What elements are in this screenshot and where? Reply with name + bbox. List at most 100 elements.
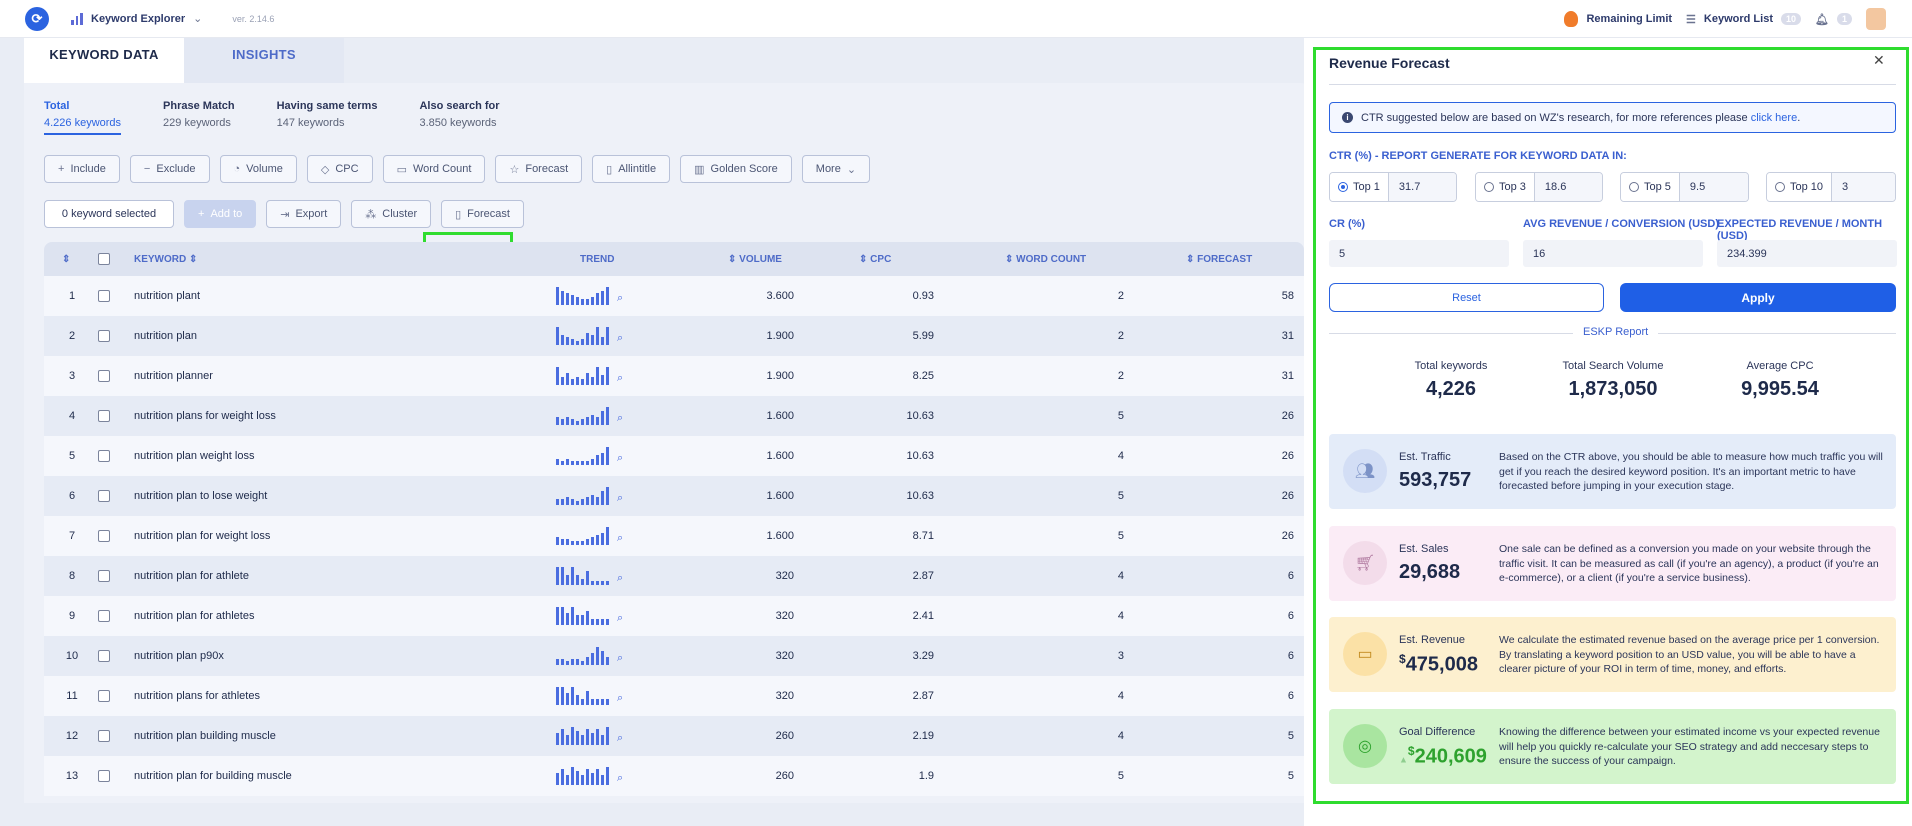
search-icon[interactable]: ⌕ xyxy=(617,572,623,585)
search-icon[interactable]: ⌕ xyxy=(617,412,623,425)
export-button[interactable]: ⇥ Export xyxy=(266,200,342,228)
tool-switcher[interactable]: Keyword Explorer ⌄ xyxy=(71,12,202,25)
keyword-cell[interactable]: nutrition plan xyxy=(134,330,197,342)
keyword-cell[interactable]: nutrition plan for athlete xyxy=(134,570,249,582)
table-row[interactable]: 2 nutrition plan ⌕ 1.900 5.99 2 31 xyxy=(44,316,1304,356)
table-row[interactable]: 8 nutrition plan for athlete ⌕ 320 2.87 … xyxy=(44,556,1304,596)
table-row[interactable]: 3 nutrition planner ⌕ 1.900 8.25 2 31 xyxy=(44,356,1304,396)
ctr-top3-input[interactable]: 18.6 xyxy=(1534,173,1602,201)
volume-filter-button[interactable]: ◔ Volume xyxy=(219,155,297,183)
app-logo-icon[interactable]: ⟳ xyxy=(25,6,49,31)
radio-top5[interactable] xyxy=(1629,182,1639,192)
keyword-cell[interactable]: nutrition plans for athletes xyxy=(134,690,260,702)
row-checkbox[interactable] xyxy=(98,570,110,582)
keyword-cell[interactable]: nutrition plant xyxy=(134,290,200,302)
row-checkbox[interactable] xyxy=(98,730,110,742)
search-icon[interactable]: ⌕ xyxy=(617,772,623,785)
row-checkbox[interactable] xyxy=(98,450,110,462)
keyword-list-button[interactable]: ☰ Keyword List 10 xyxy=(1686,13,1802,26)
header-forecast[interactable]: ⇕ FORECAST xyxy=(1186,254,1252,265)
cluster-button[interactable]: ⁂ Cluster xyxy=(351,200,432,228)
row-checkbox[interactable] xyxy=(98,490,110,502)
row-checkbox[interactable] xyxy=(98,330,110,342)
ctr-top10[interactable]: Top 10 3 xyxy=(1766,172,1896,202)
close-icon[interactable]: ✕ xyxy=(1873,52,1885,69)
ctr-top1[interactable]: Top 1 31.7 xyxy=(1329,172,1457,202)
search-icon[interactable]: ⌕ xyxy=(617,652,623,665)
table-row[interactable]: 12 nutrition plan building muscle ⌕ 260 … xyxy=(44,716,1304,756)
expected-revenue-input[interactable]: 234.399 xyxy=(1717,240,1897,267)
search-icon[interactable]: ⌕ xyxy=(617,492,623,505)
notifications-button[interactable]: 🔔︎ 1 xyxy=(1815,13,1852,26)
remaining-limit-button[interactable]: Remaining Limit xyxy=(1564,11,1672,27)
radio-top10[interactable] xyxy=(1775,182,1785,192)
search-icon[interactable]: ⌕ xyxy=(617,292,623,305)
keyword-cell[interactable]: nutrition plan for building muscle xyxy=(134,770,292,782)
search-icon[interactable]: ⌕ xyxy=(617,372,623,385)
cr-input[interactable]: 5 xyxy=(1329,240,1509,267)
table-row[interactable]: 4 nutrition plans for weight loss ⌕ 1.60… xyxy=(44,396,1304,436)
keyword-cell[interactable]: nutrition plan to lose weight xyxy=(134,490,267,502)
sort-icon[interactable]: ⇕ xyxy=(62,254,70,265)
table-row[interactable]: 13 nutrition plan for building muscle ⌕ … xyxy=(44,756,1304,796)
keyword-cell[interactable]: nutrition plan building muscle xyxy=(134,730,276,742)
row-checkbox[interactable] xyxy=(98,690,110,702)
table-row[interactable]: 10 nutrition plan p90x ⌕ 320 3.29 3 6 xyxy=(44,636,1304,676)
row-checkbox[interactable] xyxy=(98,610,110,622)
row-checkbox[interactable] xyxy=(98,530,110,542)
allintitle-filter-button[interactable]: ▯ Allintitle xyxy=(592,155,671,183)
row-checkbox[interactable] xyxy=(98,290,110,302)
keyword-cell[interactable]: nutrition plans for weight loss xyxy=(134,410,276,422)
subtab-total[interactable]: Total 4.226 keywords xyxy=(44,100,122,135)
avg-revenue-input[interactable]: 16 xyxy=(1523,240,1703,267)
ctr-top5-input[interactable]: 9.5 xyxy=(1679,173,1748,201)
radio-top3[interactable] xyxy=(1484,182,1494,192)
subtab-having-same-terms[interactable]: Having same terms 147 keywords xyxy=(277,100,378,135)
more-filters-button[interactable]: More ⌄ xyxy=(801,155,871,183)
select-all-checkbox[interactable] xyxy=(98,253,110,265)
table-row[interactable]: 7 nutrition plan for weight loss ⌕ 1.600… xyxy=(44,516,1304,556)
search-icon[interactable]: ⌕ xyxy=(617,532,623,545)
reset-button[interactable]: Reset xyxy=(1329,283,1604,312)
table-row[interactable]: 9 nutrition plan for athletes ⌕ 320 2.41… xyxy=(44,596,1304,636)
ctr-top5[interactable]: Top 5 9.5 xyxy=(1620,172,1749,202)
forecast-filter-button[interactable]: ☆ Forecast xyxy=(495,155,583,183)
add-to-button[interactable]: + Add to xyxy=(184,200,257,228)
header-volume[interactable]: ⇕ VOLUME xyxy=(728,254,782,265)
row-checkbox[interactable] xyxy=(98,650,110,662)
search-icon[interactable]: ⌕ xyxy=(617,612,623,625)
apply-button[interactable]: Apply xyxy=(1620,283,1896,312)
keyword-cell[interactable]: nutrition planner xyxy=(134,370,213,382)
row-checkbox[interactable] xyxy=(98,770,110,782)
table-row[interactable]: 6 nutrition plan to lose weight ⌕ 1.600 … xyxy=(44,476,1304,516)
header-keyword[interactable]: KEYWORD ⇕ xyxy=(134,254,197,265)
keyword-cell[interactable]: nutrition plan p90x xyxy=(134,650,224,662)
search-icon[interactable]: ⌕ xyxy=(617,732,623,745)
table-row[interactable]: 1 nutrition plant ⌕ 3.600 0.93 2 58 xyxy=(44,276,1304,316)
cpc-filter-button[interactable]: ◇ CPC xyxy=(306,155,373,183)
row-checkbox[interactable] xyxy=(98,370,110,382)
table-row[interactable]: 11 nutrition plans for athletes ⌕ 320 2.… xyxy=(44,676,1304,716)
ctr-top10-input[interactable]: 3 xyxy=(1832,173,1895,201)
header-cpc[interactable]: ⇕ CPC xyxy=(859,254,891,265)
subtab-phrase-match[interactable]: Phrase Match 229 keywords xyxy=(163,100,235,135)
avatar[interactable] xyxy=(1866,8,1886,30)
radio-top1[interactable] xyxy=(1338,182,1348,192)
subtab-also-search-for[interactable]: Also search for 3.850 keywords xyxy=(419,100,499,135)
row-checkbox[interactable] xyxy=(98,410,110,422)
ctr-top3[interactable]: Top 3 18.6 xyxy=(1475,172,1603,202)
search-icon[interactable]: ⌕ xyxy=(617,692,623,705)
keyword-cell[interactable]: nutrition plan for weight loss xyxy=(134,530,270,542)
table-row[interactable]: 5 nutrition plan weight loss ⌕ 1.600 10.… xyxy=(44,436,1304,476)
golden-score-filter-button[interactable]: ▥ Golden Score xyxy=(680,155,792,183)
keyword-cell[interactable]: nutrition plan weight loss xyxy=(134,450,254,462)
header-word-count[interactable]: ⇕ WORD COUNT xyxy=(1005,254,1086,265)
word-count-filter-button[interactable]: ▭ Word Count xyxy=(382,155,486,183)
ctr-top1-input[interactable]: 31.7 xyxy=(1388,173,1456,201)
keyword-cell[interactable]: nutrition plan for athletes xyxy=(134,610,254,622)
exclude-filter-button[interactable]: − Exclude xyxy=(129,155,210,183)
click-here-link[interactable]: click here xyxy=(1751,112,1797,124)
include-filter-button[interactable]: + Include xyxy=(44,155,120,183)
search-icon[interactable]: ⌕ xyxy=(617,332,623,345)
forecast-button[interactable]: ▯ Forecast xyxy=(441,200,524,228)
